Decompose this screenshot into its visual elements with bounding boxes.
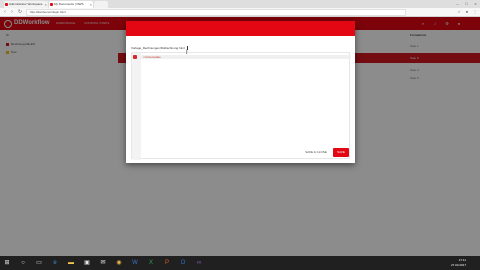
favicon-icon <box>5 3 8 6</box>
browser-toolbar: ‹ › ↻ http://dws/server/login.html ☆ ● ⋮ <box>0 8 480 17</box>
close-tab-icon[interactable]: × <box>45 1 47 8</box>
explorer-icon[interactable]: ▬ <box>67 259 75 267</box>
file-path-label: Vorlage_Rechnungen/DoRechnung.html <box>131 46 185 50</box>
powerpoint-icon[interactable]: P <box>163 259 171 267</box>
mail-icon[interactable]: ✉ <box>99 259 107 267</box>
visual-studio-icon[interactable]: ∞ <box>195 259 203 267</box>
store-icon[interactable]: ▣ <box>83 259 91 267</box>
menu-icon[interactable]: ⋮ <box>472 9 478 15</box>
clock-date: 27.03.2017 <box>450 263 466 267</box>
address-bar[interactable]: http://dws/server/login.html <box>26 9 406 16</box>
clock[interactable]: 17:11 27.03.2017 <box>451 258 466 268</box>
task-view-icon[interactable]: ▭ <box>35 259 43 267</box>
excel-icon[interactable]: X <box>147 259 155 267</box>
tab-label: Administrator Workspace <box>9 2 43 6</box>
minimize-button[interactable]: – <box>453 0 462 8</box>
browser-tab-new[interactable] <box>94 1 108 8</box>
chrome-icon[interactable]: ◉ <box>115 259 123 267</box>
reload-icon[interactable]: ↻ <box>17 9 23 16</box>
search-icon[interactable]: ○ <box>19 259 27 267</box>
maximize-button[interactable]: □ <box>462 0 471 8</box>
browser-tabstrip: Administrator Workspace × My Documents |… <box>0 0 480 8</box>
dialog-header <box>126 21 355 36</box>
line-gutter <box>132 53 141 160</box>
close-window-button[interactable]: × <box>471 0 480 8</box>
close-tab-icon[interactable]: × <box>90 1 92 8</box>
browser-tab-active[interactable]: My Documents | DWS × <box>49 1 93 8</box>
windows-taskbar: ⊞ ○ ▭ e ▬ ▣ ✉ ◉ W X P O ∞ 17:11 27.03.20… <box>0 256 480 270</box>
star-icon[interactable]: ☆ <box>456 9 462 15</box>
active-line <box>132 55 351 59</box>
save-and-close-button[interactable]: SAVE & CLOSE <box>302 148 330 157</box>
word-icon[interactable]: W <box>131 259 139 267</box>
editor-dialog: Vorlage_Rechnungen/DoRechnung.html <xsl:… <box>126 21 355 163</box>
edge-icon[interactable]: e <box>51 259 59 267</box>
error-icon[interactable] <box>133 55 137 59</box>
code-editor[interactable]: <xsl:template <box>131 52 351 160</box>
text-cursor-icon: I <box>186 50 188 56</box>
save-button[interactable]: SAVE <box>333 148 349 157</box>
forward-icon[interactable]: › <box>9 9 15 16</box>
screen: Administrator Workspace × My Documents |… <box>0 0 480 270</box>
back-icon[interactable]: ‹ <box>2 9 8 16</box>
windows-icon[interactable]: ⊞ <box>3 259 11 267</box>
outlook-icon[interactable]: O <box>179 259 187 267</box>
code-line[interactable]: <xsl:template <box>143 55 161 59</box>
extension-icon[interactable]: ● <box>464 9 470 15</box>
tab-label: My Documents | DWS <box>54 2 84 6</box>
favicon-icon <box>50 3 53 6</box>
browser-tab[interactable]: Administrator Workspace × <box>4 1 48 8</box>
